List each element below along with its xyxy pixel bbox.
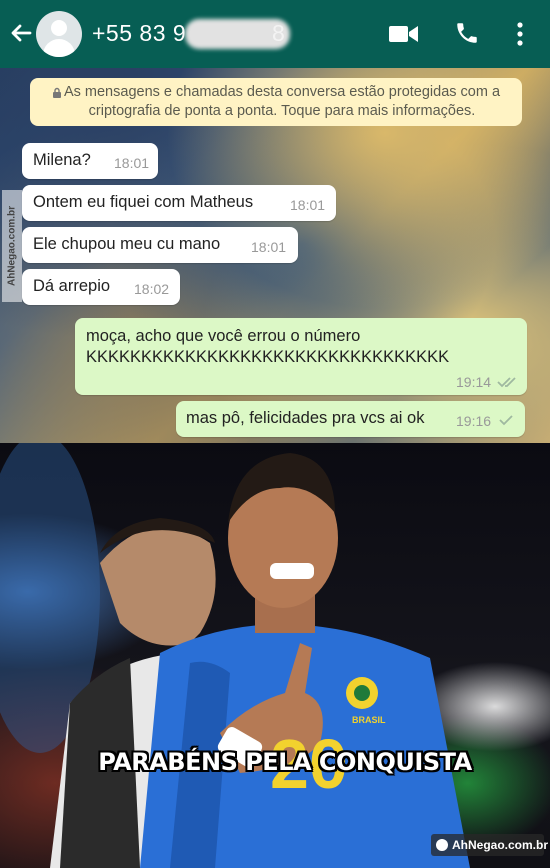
chat-screen: +55 83 9 8 As mensagens e chamadas desta… — [0, 0, 550, 443]
bottom-watermark-text: AhNegao.com.br — [452, 838, 549, 852]
logo-icon — [436, 839, 448, 851]
bottom-watermark: AhNegao.com.br — [431, 834, 548, 856]
read-ticks-icon — [497, 377, 516, 388]
message-time: 19:14 — [456, 374, 492, 390]
voice-call-icon[interactable] — [454, 20, 480, 46]
encryption-notice-text: As mensagens e chamadas desta conversa e… — [63, 84, 501, 119]
video-call-icon[interactable] — [389, 24, 419, 44]
message-text: moça, acho que você errou o número KKKKK… — [86, 326, 449, 368]
meme-photo: BRASIL 20 — [0, 443, 550, 868]
message-text: Milena? — [33, 151, 91, 169]
message-time: 18:01 — [114, 155, 150, 171]
message-text: Dá arrepio — [33, 277, 111, 295]
encryption-notice[interactable]: As mensagens e chamadas desta conversa e… — [30, 78, 522, 126]
back-arrow-icon[interactable] — [8, 18, 34, 48]
message-bubble-outgoing[interactable]: mas pô, felicidades pra vcs ai ok 19:16 — [176, 401, 525, 437]
contact-avatar[interactable] — [36, 11, 82, 57]
message-bubble-incoming[interactable]: Ele chupou meu cu mano 18:01 — [22, 227, 298, 263]
contact-phone-number[interactable]: +55 83 9 — [92, 20, 186, 47]
phone-tail-digit: 8 — [272, 20, 285, 46]
more-options-icon[interactable] — [515, 21, 525, 47]
message-bubble-outgoing[interactable]: moça, acho que você errou o número KKKKK… — [75, 318, 527, 395]
jersey-brand-text: BRASIL — [352, 715, 386, 725]
message-text: Ontem eu fiquei com Matheus — [33, 193, 254, 211]
football-players-illustration: BRASIL 20 — [0, 443, 470, 868]
message-bubble-incoming[interactable]: Dá arrepio 18:02 — [22, 269, 180, 305]
message-time: 18:02 — [134, 281, 170, 297]
message-text: Ele chupou meu cu mano — [33, 235, 221, 253]
side-watermark: AhNegao.com.br — [2, 190, 22, 302]
message-time: 18:01 — [290, 197, 326, 213]
message-text-line: KKKKKKKKKKKKKKKKKKKKKKKKKKKKKKKKK — [86, 348, 450, 366]
message-text: mas pô, felicidades pra vcs ai ok — [186, 409, 425, 427]
sent-tick-icon — [499, 415, 513, 426]
message-bubble-incoming[interactable]: Milena? 18:01 — [22, 143, 158, 179]
side-watermark-text: AhNegao.com.br — [6, 205, 18, 287]
message-time: 19:16 — [456, 413, 492, 429]
message-bubble-incoming[interactable]: Ontem eu fiquei com Matheus 18:01 — [22, 185, 336, 221]
chat-header: +55 83 9 8 — [0, 0, 550, 68]
message-text-line: moça, acho que você errou o número — [86, 327, 361, 345]
meme-caption: PARABÉNS PELA CONQUISTA — [98, 748, 472, 776]
message-time: 18:01 — [251, 239, 287, 255]
lock-icon — [53, 87, 61, 98]
